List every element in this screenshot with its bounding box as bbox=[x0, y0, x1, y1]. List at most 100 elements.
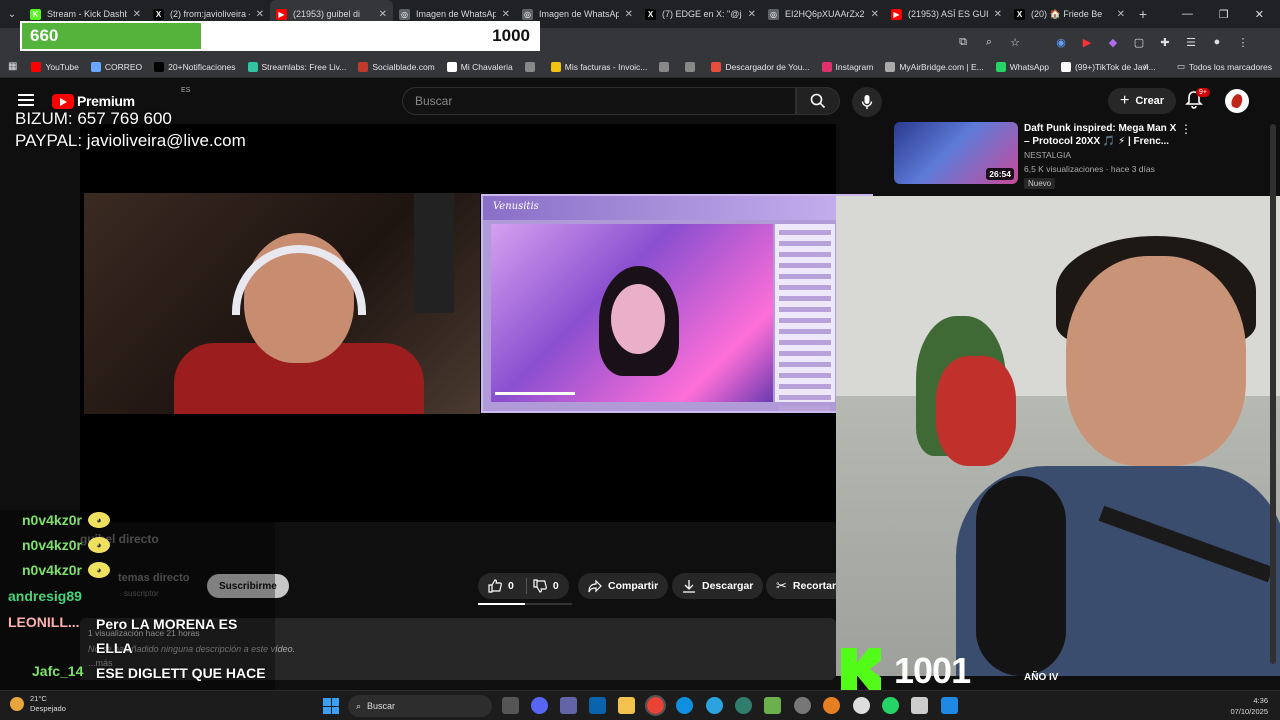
tab-close-icon[interactable]: ✕ bbox=[748, 9, 756, 20]
green-app-icon[interactable] bbox=[764, 697, 781, 714]
tab-close-icon[interactable]: ✕ bbox=[994, 9, 1002, 20]
window-controls: — ❐ ✕ bbox=[1182, 0, 1280, 28]
outlook-icon[interactable] bbox=[589, 697, 606, 714]
youtube-logo[interactable]: Premium ES bbox=[52, 87, 190, 109]
obs-icon[interactable] bbox=[853, 697, 870, 714]
bookmark-item[interactable]: Streamlabs: Free Liv... bbox=[242, 61, 353, 72]
minimize-icon[interactable]: — bbox=[1182, 8, 1193, 20]
chat-username[interactable]: n0v4kz0r bbox=[22, 562, 82, 578]
bookmark-list: YouTube CORREO 20+Notificaciones Streamlabs… bbox=[25, 61, 1161, 72]
browser-tab[interactable]: X (7) EDGE en X: "@jav ✕ bbox=[639, 0, 762, 28]
whatsapp-icon[interactable] bbox=[882, 697, 899, 714]
edge-icon[interactable] bbox=[676, 697, 693, 714]
youtube-extension-icon[interactable]: ▶ bbox=[1080, 36, 1094, 49]
tab-close-icon[interactable]: ✕ bbox=[133, 9, 141, 20]
all-bookmarks[interactable]: » ▭ Todos los marcadores bbox=[1143, 61, 1272, 72]
bookmark-item[interactable] bbox=[653, 61, 679, 72]
bookmark-item[interactable]: MyAirBridge.com | E... bbox=[879, 61, 989, 72]
extension2-icon[interactable]: ▢ bbox=[1132, 36, 1146, 49]
close-window-icon[interactable]: ✕ bbox=[1255, 8, 1264, 21]
create-button[interactable]: + Crear bbox=[1108, 88, 1177, 114]
tab-title: (20) 🏠 Friede Be bbox=[1031, 8, 1103, 19]
bookmark-item[interactable]: CORREO bbox=[85, 61, 148, 72]
chat-username[interactable]: andresig89 bbox=[8, 588, 82, 604]
bookmark-item[interactable] bbox=[519, 61, 545, 72]
browser-menu-icon[interactable]: ⋮ bbox=[1236, 36, 1250, 49]
blue-app-icon[interactable] bbox=[941, 697, 958, 714]
search-input[interactable]: Buscar bbox=[402, 87, 796, 115]
windows-start-icon[interactable] bbox=[323, 698, 339, 714]
bookmark-item[interactable]: 20+Notificaciones bbox=[148, 61, 241, 72]
more-options-icon[interactable]: ⋮ bbox=[1180, 122, 1192, 136]
recommended-video[interactable]: 26:54 Daft Punk inspired: Mega Man X – P… bbox=[894, 122, 1274, 194]
bookmark-item[interactable]: Mis facturas - Invoic... bbox=[545, 61, 654, 72]
shield-extension-icon[interactable]: ◆ bbox=[1106, 36, 1120, 49]
new-tab-button[interactable]: + bbox=[1131, 6, 1155, 22]
puzzle-icon[interactable]: ✚ bbox=[1158, 36, 1172, 49]
zoom-icon[interactable]: ⌕ bbox=[982, 36, 996, 49]
browser-tab[interactable]: ◎ EI2HQ6pXUAArZx2.jp ✕ bbox=[762, 0, 885, 28]
search-button[interactable] bbox=[796, 87, 840, 115]
apps-grid-icon[interactable]: ▦ bbox=[0, 61, 25, 72]
telegram-icon[interactable] bbox=[706, 697, 723, 714]
chat-username[interactable]: LEONILL... bbox=[8, 614, 80, 630]
tab-favicon-icon: K bbox=[30, 8, 41, 20]
youtube-play-icon bbox=[52, 93, 74, 109]
orange-app-icon[interactable] bbox=[823, 697, 840, 714]
menu-icon[interactable] bbox=[18, 94, 34, 106]
thumbs-down-icon[interactable] bbox=[533, 579, 547, 593]
weather-widget[interactable]: 21°C Despejado bbox=[10, 694, 66, 714]
bookmark-star-icon[interactable]: ☆ bbox=[1008, 36, 1022, 49]
tab-close-icon[interactable]: ✕ bbox=[502, 9, 510, 20]
cast-icon[interactable]: ⧉ bbox=[956, 36, 970, 49]
download-button[interactable]: Descargar bbox=[672, 573, 764, 599]
clip-label: Recortar bbox=[792, 580, 837, 592]
recommended-thumbnail[interactable]: 26:54 bbox=[894, 122, 1018, 184]
tab-close-icon[interactable]: ✕ bbox=[379, 9, 387, 20]
clip-button[interactable]: ✂ Recortar bbox=[766, 573, 847, 599]
reading-list-icon[interactable]: ☰ bbox=[1184, 36, 1198, 49]
recommended-channel[interactable]: NESTALGIA bbox=[1024, 150, 1071, 160]
network-icon[interactable] bbox=[735, 697, 752, 714]
recommended-title[interactable]: Daft Punk inspired: Mega Man X – Protoco… bbox=[1024, 122, 1184, 148]
chat-username[interactable]: n0v4kz0r bbox=[22, 512, 82, 528]
tab-close-icon[interactable]: ✕ bbox=[1117, 9, 1125, 20]
download-label: Descargar bbox=[702, 580, 754, 592]
task-view-icon[interactable] bbox=[502, 697, 519, 714]
dislike-count: 0 bbox=[552, 580, 559, 592]
tab-close-icon[interactable]: ✕ bbox=[256, 9, 264, 20]
bookmark-item[interactable]: Instagram bbox=[816, 61, 880, 72]
capture-icon[interactable] bbox=[911, 697, 928, 714]
tab-close-icon[interactable]: ✕ bbox=[625, 9, 633, 20]
profile-icon[interactable]: ● bbox=[1210, 36, 1224, 48]
bookmark-item[interactable]: Socialblade.com bbox=[352, 61, 440, 72]
like-button[interactable]: 0 0 bbox=[478, 573, 569, 599]
chat-username[interactable]: Jafc_14 bbox=[32, 663, 83, 679]
user-avatar[interactable] bbox=[1225, 89, 1249, 113]
bookmark-item[interactable]: Descargador de You... bbox=[705, 61, 815, 72]
tab-close-icon[interactable]: ✕ bbox=[871, 9, 879, 20]
download-icon bbox=[683, 580, 695, 593]
all-bookmarks-label: Todos los marcadores bbox=[1188, 61, 1272, 72]
browser-tab[interactable]: ▶ (21953) ASÍ ES GUIB ✕ bbox=[885, 0, 1008, 28]
teams-icon[interactable] bbox=[560, 697, 577, 714]
extension-icon[interactable]: ◉ bbox=[1054, 36, 1068, 49]
bookmark-item[interactable] bbox=[679, 61, 705, 72]
chrome-icon[interactable] bbox=[645, 695, 666, 716]
share-button[interactable]: Compartir bbox=[578, 573, 669, 599]
file-explorer-icon[interactable] bbox=[618, 697, 635, 714]
discord-icon[interactable] bbox=[531, 697, 548, 714]
chat-username[interactable]: n0v4kz0r bbox=[22, 537, 82, 553]
system-clock[interactable]: 4:36 07/10/2025 bbox=[1230, 695, 1268, 717]
sidebar-scrollbar[interactable] bbox=[1270, 124, 1276, 664]
bookmarks-overflow-icon[interactable]: » bbox=[1143, 61, 1149, 72]
settings-gear-icon[interactable] bbox=[794, 697, 811, 714]
taskbar-search[interactable]: ⌕ Buscar bbox=[348, 695, 492, 717]
browser-tab[interactable]: X (20) 🏠 Friede Be ✕ bbox=[1008, 0, 1131, 28]
restore-icon[interactable]: ❐ bbox=[1219, 8, 1229, 21]
clock-time: 4:36 bbox=[1253, 696, 1268, 705]
bookmark-item[interactable]: YouTube bbox=[25, 61, 84, 72]
bookmark-item[interactable]: WhatsApp bbox=[990, 61, 1055, 72]
bookmark-item[interactable]: Mi Chavaleria bbox=[441, 61, 519, 72]
voice-search-button[interactable] bbox=[852, 87, 882, 117]
